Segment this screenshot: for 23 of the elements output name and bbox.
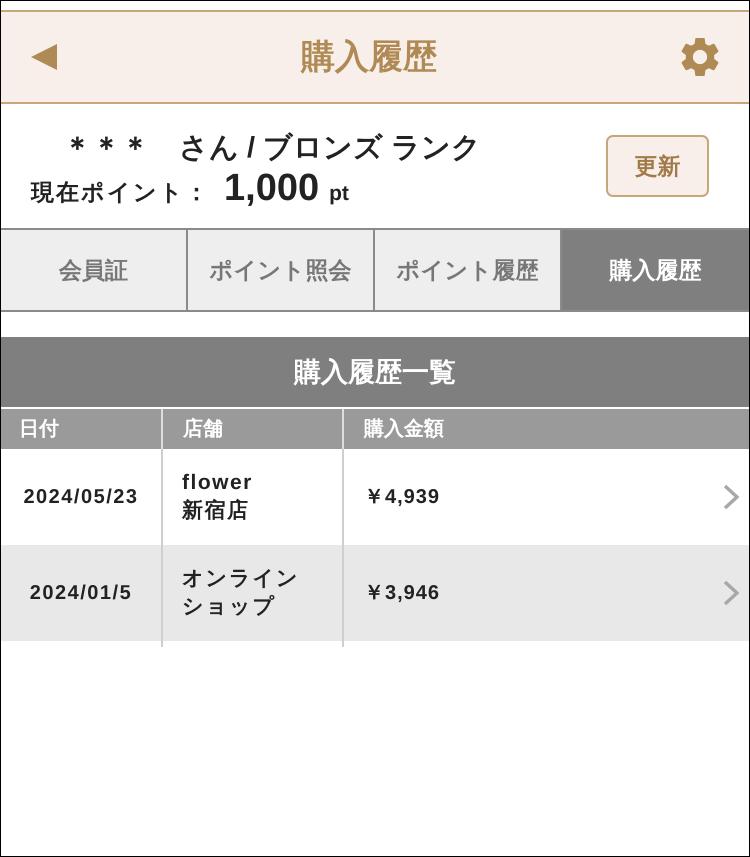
settings-icon[interactable]	[681, 38, 719, 76]
back-icon[interactable]	[31, 44, 57, 70]
history-row[interactable]: 2024/01/5 オンラインショップ ￥3,946	[1, 545, 749, 641]
points-unit: pt	[329, 182, 349, 204]
column-header: 購入金額	[362, 416, 445, 442]
chevron-right-icon	[723, 580, 739, 606]
date-cell-text: 2024/05/23	[23, 485, 139, 510]
store-cell-text: オンラインショップ	[182, 566, 300, 620]
section-title: 購入履歴一覧	[1, 337, 749, 407]
points-label: 現在ポイント：	[31, 180, 210, 204]
tab[interactable]: 購入履歴	[562, 230, 749, 310]
tab[interactable]: ポイント履歴	[375, 230, 562, 310]
tab[interactable]: 会員証	[1, 230, 188, 310]
amount-cell-text: ￥3,946	[364, 581, 440, 606]
store-cell-text: flower 新宿店	[182, 470, 253, 524]
date-cell-text: 2024/01/5	[30, 581, 132, 606]
amount-cell-text: ￥4,939	[364, 485, 440, 510]
page-title: 購入履歴	[301, 40, 437, 74]
tab[interactable]: ポイント照会	[188, 230, 375, 310]
refresh-button[interactable]: 更新	[606, 135, 709, 197]
member-name-rank: ＊＊＊ さん / ブロンズ ランク	[63, 134, 482, 162]
chevron-right-icon	[723, 484, 739, 510]
points-value: 1,000	[224, 168, 320, 206]
